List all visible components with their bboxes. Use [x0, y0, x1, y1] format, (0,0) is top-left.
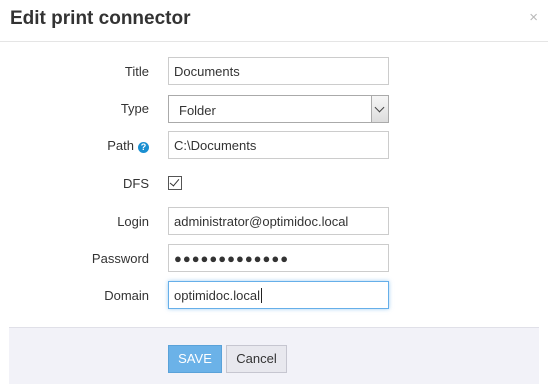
- type-label: Type: [120, 101, 149, 116]
- login-label: Login: [117, 214, 149, 229]
- path-input-value: C:\Documents: [174, 138, 257, 153]
- password-input-value: ●●●●●●●●●●●●●: [174, 251, 290, 266]
- help-icon[interactable]: ?: [138, 142, 149, 153]
- type-select-value: Folder: [179, 103, 216, 118]
- dialog-title: Edit print connector: [10, 8, 191, 29]
- dialog-header: Edit print connector ×: [0, 0, 548, 42]
- type-select[interactable]: Folder: [168, 95, 389, 123]
- dfs-label: DFS: [123, 176, 149, 191]
- login-input-value: administrator@optimidoc.local: [174, 214, 349, 229]
- password-label: Password: [91, 251, 149, 266]
- cancel-button[interactable]: Cancel: [226, 345, 287, 373]
- chevron-down-icon[interactable]: [371, 96, 388, 122]
- text-caret: [261, 288, 262, 303]
- login-input[interactable]: administrator@optimidoc.local: [168, 207, 389, 235]
- title-input[interactable]: Documents: [168, 57, 389, 85]
- title-label: Title: [124, 64, 149, 79]
- title-input-value: Documents: [174, 64, 240, 79]
- path-label-group: Path?: [0, 138, 149, 153]
- path-label: Path: [107, 138, 134, 153]
- close-icon[interactable]: ×: [529, 9, 538, 27]
- domain-input-value: optimidoc.local: [174, 288, 260, 303]
- dfs-checkbox[interactable]: [168, 176, 182, 190]
- domain-input[interactable]: optimidoc.local: [168, 281, 389, 309]
- password-input[interactable]: ●●●●●●●●●●●●●: [168, 244, 389, 272]
- save-button[interactable]: SAVE: [168, 345, 222, 373]
- path-input[interactable]: C:\Documents: [168, 131, 389, 159]
- domain-label: Domain: [104, 288, 149, 303]
